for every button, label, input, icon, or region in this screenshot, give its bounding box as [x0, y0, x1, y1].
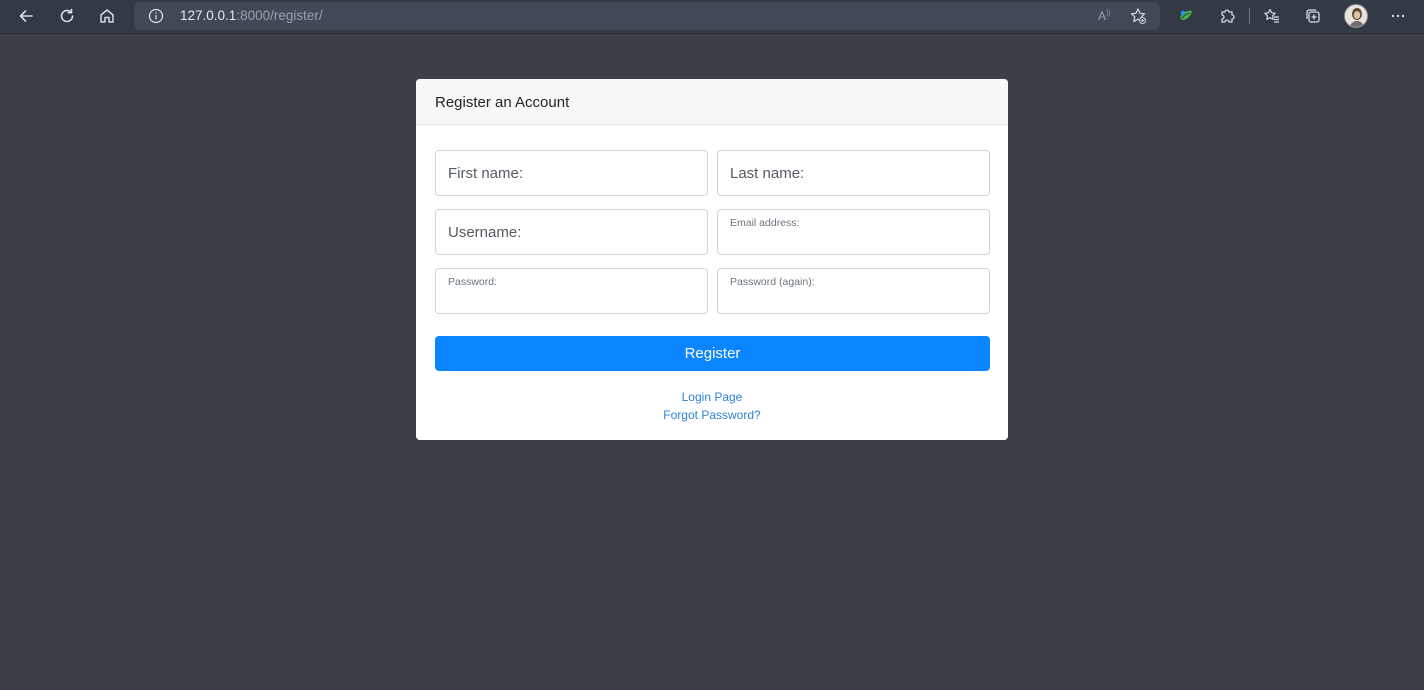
svg-text:A: A [1098, 9, 1106, 23]
favorites-button[interactable] [1258, 3, 1286, 29]
toolbar-separator [1249, 8, 1250, 24]
svg-text:)): )) [1106, 10, 1111, 17]
email-field[interactable]: Email address: [717, 209, 990, 255]
extensions-button[interactable] [1213, 3, 1241, 29]
password-again-input[interactable] [718, 269, 989, 313]
favorites-icon [1264, 8, 1279, 23]
back-arrow-icon [19, 10, 33, 22]
register-card: Register an Account Email address: Passw… [416, 79, 1008, 440]
password-field[interactable]: Password: [435, 268, 708, 314]
first-name-input[interactable] [436, 151, 707, 195]
reload-button[interactable] [53, 3, 81, 29]
add-favorite-icon[interactable] [1129, 7, 1147, 25]
collections-icon [1306, 9, 1320, 23]
info-icon[interactable] [148, 8, 164, 24]
puzzle-icon [1221, 9, 1235, 23]
last-name-input[interactable] [718, 151, 989, 195]
home-button[interactable] [93, 3, 121, 29]
last-name-field[interactable] [717, 150, 990, 196]
browser-toolbar: 127.0.0.1:8000/register/ A )) [0, 0, 1424, 34]
back-button[interactable] [12, 3, 40, 29]
password-input[interactable] [436, 269, 707, 313]
profile-avatar[interactable] [1344, 4, 1368, 28]
url-path: :8000/register/ [236, 8, 323, 23]
extension-button[interactable] [1172, 3, 1200, 29]
collections-button[interactable] [1299, 3, 1327, 29]
card-title: Register an Account [416, 79, 1008, 125]
email-input[interactable] [718, 210, 989, 254]
auth-links: Login Page Forgot Password? [416, 388, 1008, 424]
read-aloud-icon[interactable]: A )) [1096, 7, 1114, 25]
extension-icon [1180, 10, 1192, 20]
address-bar[interactable]: 127.0.0.1:8000/register/ A )) [134, 2, 1160, 30]
password-again-field[interactable]: Password (again): [717, 268, 990, 314]
home-icon [100, 9, 114, 23]
register-button[interactable]: Register [435, 336, 990, 371]
forgot-password-link[interactable]: Forgot Password? [416, 406, 1008, 424]
user-icon [1345, 5, 1367, 27]
username-field[interactable] [435, 209, 708, 255]
reload-icon [60, 8, 74, 23]
login-page-link[interactable]: Login Page [416, 388, 1008, 406]
more-button[interactable] [1384, 3, 1412, 29]
first-name-field[interactable] [435, 150, 708, 196]
more-icon [1391, 14, 1405, 18]
username-input[interactable] [436, 210, 707, 254]
url-text[interactable]: 127.0.0.1:8000/register/ [180, 8, 323, 24]
url-host: 127.0.0.1 [180, 8, 237, 23]
